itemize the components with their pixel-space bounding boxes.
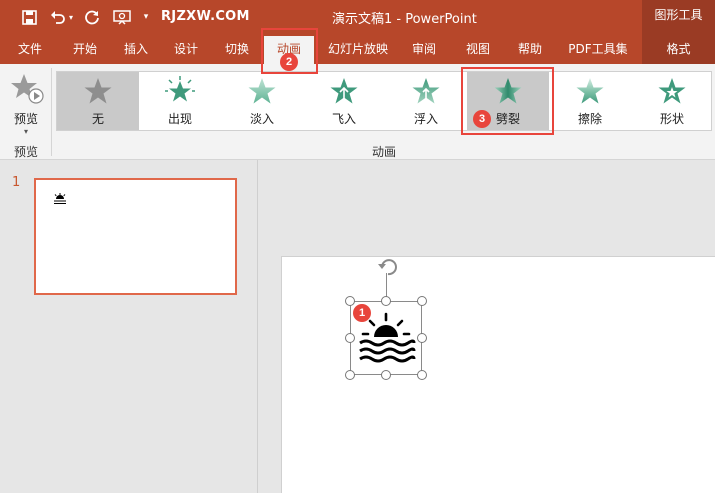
- resize-handle-top-left[interactable]: [345, 296, 355, 306]
- effect-label: 淡入: [249, 112, 274, 126]
- tab-view[interactable]: 视图: [456, 34, 500, 64]
- annotation-badge-1: 1: [353, 304, 371, 322]
- wipe-star-icon: [576, 78, 604, 104]
- undo-icon[interactable]: [48, 7, 68, 27]
- site-name: RJZXW.COM: [161, 9, 250, 24]
- drawing-tools-label: 图形工具: [642, 0, 715, 34]
- appear-star-icon: [165, 76, 195, 102]
- tab-insert[interactable]: 插入: [114, 34, 158, 64]
- annotation-badge-3: 3: [473, 110, 491, 128]
- preview-label: 预览: [13, 112, 38, 126]
- tab-transitions[interactable]: 切换: [214, 34, 260, 64]
- sunset-icon: [54, 193, 66, 204]
- slide-number: 1: [12, 175, 21, 190]
- annotation-badge-2: 2: [280, 53, 298, 71]
- title-bar: ▾ ▾ RJZXW.COM 演示文稿1 - PowerPoint 图形工具: [0, 0, 715, 34]
- effect-shape[interactable]: 形状: [631, 72, 713, 130]
- tab-help[interactable]: 帮助: [508, 34, 552, 64]
- shape-star-icon: [658, 78, 686, 104]
- effect-label: 无: [91, 112, 104, 126]
- group-divider: [51, 68, 52, 156]
- float-in-star-icon: [412, 78, 440, 104]
- save-icon[interactable]: [19, 7, 39, 27]
- resize-handle-bottom-right[interactable]: [417, 370, 427, 380]
- effect-float-in[interactable]: 浮入: [385, 72, 467, 130]
- customize-toolbar-icon[interactable]: ▾: [140, 7, 152, 27]
- tab-review[interactable]: 审阅: [404, 34, 444, 64]
- rotate-handle-icon[interactable]: [376, 256, 400, 278]
- effect-appear[interactable]: 出现: [139, 72, 221, 130]
- tab-home[interactable]: 开始: [62, 34, 108, 64]
- slide-thumbnail[interactable]: [34, 178, 237, 295]
- fade-star-icon: [248, 78, 276, 104]
- undo-dropdown-icon[interactable]: ▾: [66, 7, 76, 27]
- preview-button[interactable]: 预览 ▾: [4, 70, 48, 138]
- preview-group-label: 预览: [13, 145, 38, 159]
- effect-label: 擦除: [577, 112, 602, 126]
- resize-handle-bottom-left[interactable]: [345, 370, 355, 380]
- effect-wipe[interactable]: 擦除: [549, 72, 631, 130]
- animation-group-label: 动画: [371, 145, 396, 159]
- resize-handle-top-right[interactable]: [417, 296, 427, 306]
- slide-thumbnail-pane: 1: [0, 160, 258, 493]
- effect-label: 形状: [659, 112, 684, 126]
- chevron-down-icon: ▾: [23, 127, 28, 136]
- effect-label: 浮入: [413, 112, 438, 126]
- tab-design[interactable]: 设计: [164, 34, 208, 64]
- effect-fade[interactable]: 淡入: [221, 72, 303, 130]
- redo-icon[interactable]: [82, 7, 102, 27]
- effect-fly-in[interactable]: 飞入: [303, 72, 385, 130]
- resize-handle-top[interactable]: [381, 296, 391, 306]
- effect-label: 出现: [167, 112, 192, 126]
- resize-handle-right[interactable]: [417, 333, 427, 343]
- none-star-icon: [84, 78, 112, 104]
- tab-pdf-tools[interactable]: PDF工具集: [562, 34, 634, 64]
- effect-none[interactable]: 无: [57, 72, 139, 130]
- ribbon-tab-bar: 文件 开始 插入 设计 切换 动画 幻灯片放映 审阅 视图 帮助 PDF工具集 …: [0, 34, 715, 64]
- present-from-beginning-icon[interactable]: [112, 7, 132, 27]
- tab-format[interactable]: 格式: [642, 34, 715, 64]
- preview-star-icon: [11, 74, 44, 104]
- document-title: 演示文稿1 - PowerPoint: [332, 12, 477, 27]
- animation-gallery: 无 出现 淡入 飞入 浮入 劈裂 擦除 形状: [56, 71, 712, 131]
- resize-handle-bottom[interactable]: [381, 370, 391, 380]
- effect-label: 飞入: [331, 112, 356, 126]
- resize-handle-left[interactable]: [345, 333, 355, 343]
- slide-canvas-area: [259, 160, 715, 493]
- tab-slideshow[interactable]: 幻灯片放映: [322, 34, 394, 64]
- tab-file[interactable]: 文件: [8, 34, 52, 64]
- fly-in-star-icon: [330, 78, 358, 104]
- animations-ribbon: 预览 ▾ 预览 无 出现 淡入 飞入 浮入 劈裂 擦除 形状 动画: [0, 64, 715, 160]
